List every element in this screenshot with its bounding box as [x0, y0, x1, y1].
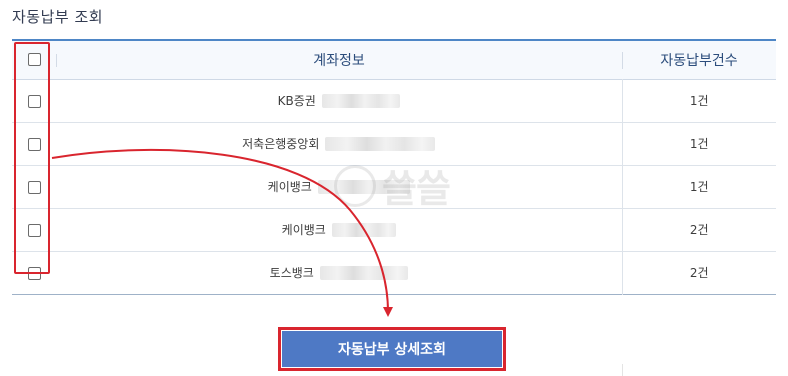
account-cell: 케이뱅크: [56, 208, 622, 251]
bank-name: 토스뱅크: [269, 266, 314, 280]
count-cell: 1건: [621, 79, 776, 122]
auto-payment-grid: 계좌정보 자동납부건수 KB증권 1건 저축은행중앙회 1건 케이뱅크 1건 케…: [12, 39, 776, 295]
row-checkbox[interactable]: [27, 137, 41, 151]
row-check-cell: [12, 122, 56, 165]
row-check-cell: [12, 251, 56, 294]
table-row: 토스뱅크 2건: [12, 251, 776, 294]
masked-account-number: [319, 265, 408, 280]
auto-payment-count-header: 자동납부건수: [622, 40, 776, 79]
select-all-cell: [12, 40, 57, 79]
count-cell: 1건: [621, 165, 776, 208]
section-title: 자동납부 조회: [12, 8, 104, 26]
page: 자동납부 조회 계좌정보 자동납부건수 KB증권 1건 저축은행중앙회 1건 케…: [0, 0, 788, 376]
table-row: 케이뱅크 2건: [12, 208, 776, 251]
bank-name: 저축은행중앙회: [242, 137, 320, 151]
select-all-checkbox[interactable]: [27, 53, 41, 67]
count-cell: 2건: [621, 208, 776, 251]
count-cell: 2건: [621, 251, 776, 294]
masked-account-number: [321, 93, 400, 108]
row-check-cell: [12, 208, 56, 251]
table-row: 케이뱅크 1건: [12, 165, 776, 208]
bank-name: 케이뱅크: [281, 223, 326, 237]
auto-payment-table: 계좌정보 자동납부건수 KB증권 1건 저축은행중앙회 1건 케이뱅크 1건 케…: [12, 39, 776, 295]
row-check-cell: [12, 79, 56, 122]
count-cell: 1건: [621, 122, 776, 165]
account-cell: KB증권: [56, 79, 622, 122]
row-checkbox[interactable]: [27, 180, 41, 194]
auto-payment-detail-button[interactable]: 자동납부 상세조회: [282, 331, 502, 367]
account-cell: 토스뱅크: [56, 251, 622, 294]
row-checkbox[interactable]: [27, 266, 41, 280]
row-check-cell: [12, 165, 56, 208]
masked-account-number: [325, 136, 436, 151]
divider: [622, 364, 623, 376]
table-row: 저축은행중앙회 1건: [12, 122, 776, 165]
account-cell: 케이뱅크: [56, 165, 622, 208]
table-row: KB증권 1건: [12, 79, 776, 122]
account-info-header: 계좌정보: [313, 52, 365, 69]
bank-name: KB증권: [277, 94, 316, 108]
table-header-row: 계좌정보 자동납부건수: [12, 40, 776, 79]
bank-name: 케이뱅크: [267, 180, 312, 194]
account-cell: 저축은행중앙회: [56, 122, 622, 165]
row-checkbox[interactable]: [27, 94, 41, 108]
masked-account-number: [317, 179, 410, 194]
row-checkbox[interactable]: [27, 223, 41, 237]
masked-account-number: [331, 222, 396, 237]
